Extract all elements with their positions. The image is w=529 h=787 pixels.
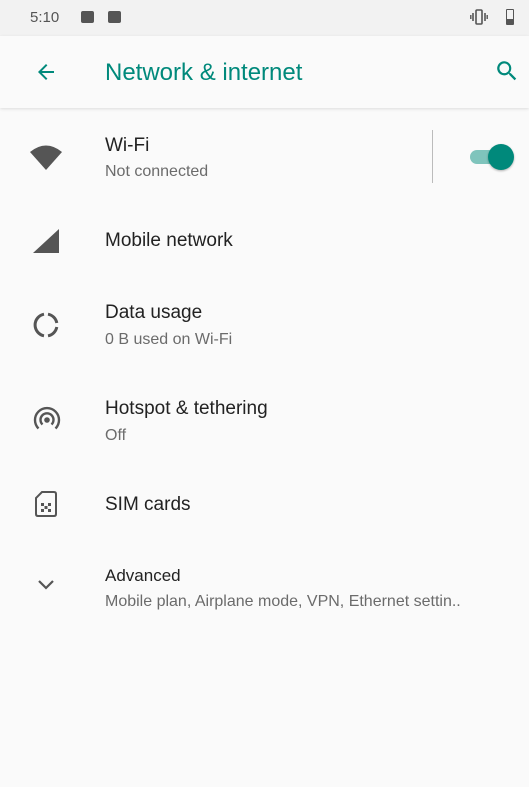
hotspot-item[interactable]: Hotspot & tethering Off (0, 384, 529, 470)
advanced-subtitle: Mobile plan, Airplane mode, VPN, Etherne… (105, 593, 461, 610)
wifi-item[interactable]: Wi-Fi Not connected (0, 115, 529, 201)
mobile-network-title: Mobile network (105, 230, 233, 251)
wifi-toggle[interactable] (468, 143, 516, 171)
wifi-divider (432, 130, 433, 183)
page-title: Network & internet (105, 59, 303, 86)
chevron-down-icon (36, 578, 56, 597)
hotspot-subtitle: Off (105, 427, 127, 444)
status-time: 5:10 (30, 9, 60, 26)
data-usage-title: Data usage (105, 302, 203, 323)
wifi-title: Wi-Fi (105, 135, 150, 156)
sim-cards-title: SIM cards (105, 494, 191, 515)
wifi-status: Not connected (105, 163, 209, 180)
search-icon[interactable] (494, 58, 520, 89)
data-usage-subtitle: 0 B used on Wi-Fi (105, 331, 233, 348)
status-bar: 5:10 (0, 0, 529, 36)
sim-cards-item[interactable]: SIM cards (0, 470, 529, 542)
back-arrow-icon[interactable] (34, 60, 58, 89)
wifi-icon (28, 142, 64, 179)
hotspot-title: Hotspot & tethering (105, 398, 268, 419)
advanced-item[interactable]: Advanced Mobile plan, Airplane mode, VPN… (0, 554, 529, 634)
toggle-thumb (488, 144, 514, 170)
app-bar: Network & internet (0, 36, 529, 108)
advanced-title: Advanced (105, 566, 181, 585)
app-notification-icon (108, 11, 121, 23)
data-usage-icon (31, 310, 61, 345)
battery-icon (506, 9, 514, 25)
hotspot-icon (33, 406, 61, 439)
data-usage-item[interactable]: Data usage 0 B used on Wi-Fi (0, 288, 529, 374)
sim-card-icon (34, 490, 58, 523)
image-notification-icon (81, 11, 94, 23)
signal-icon (31, 227, 61, 260)
vibrate-icon (470, 9, 488, 30)
mobile-network-item[interactable]: Mobile network (0, 205, 529, 277)
